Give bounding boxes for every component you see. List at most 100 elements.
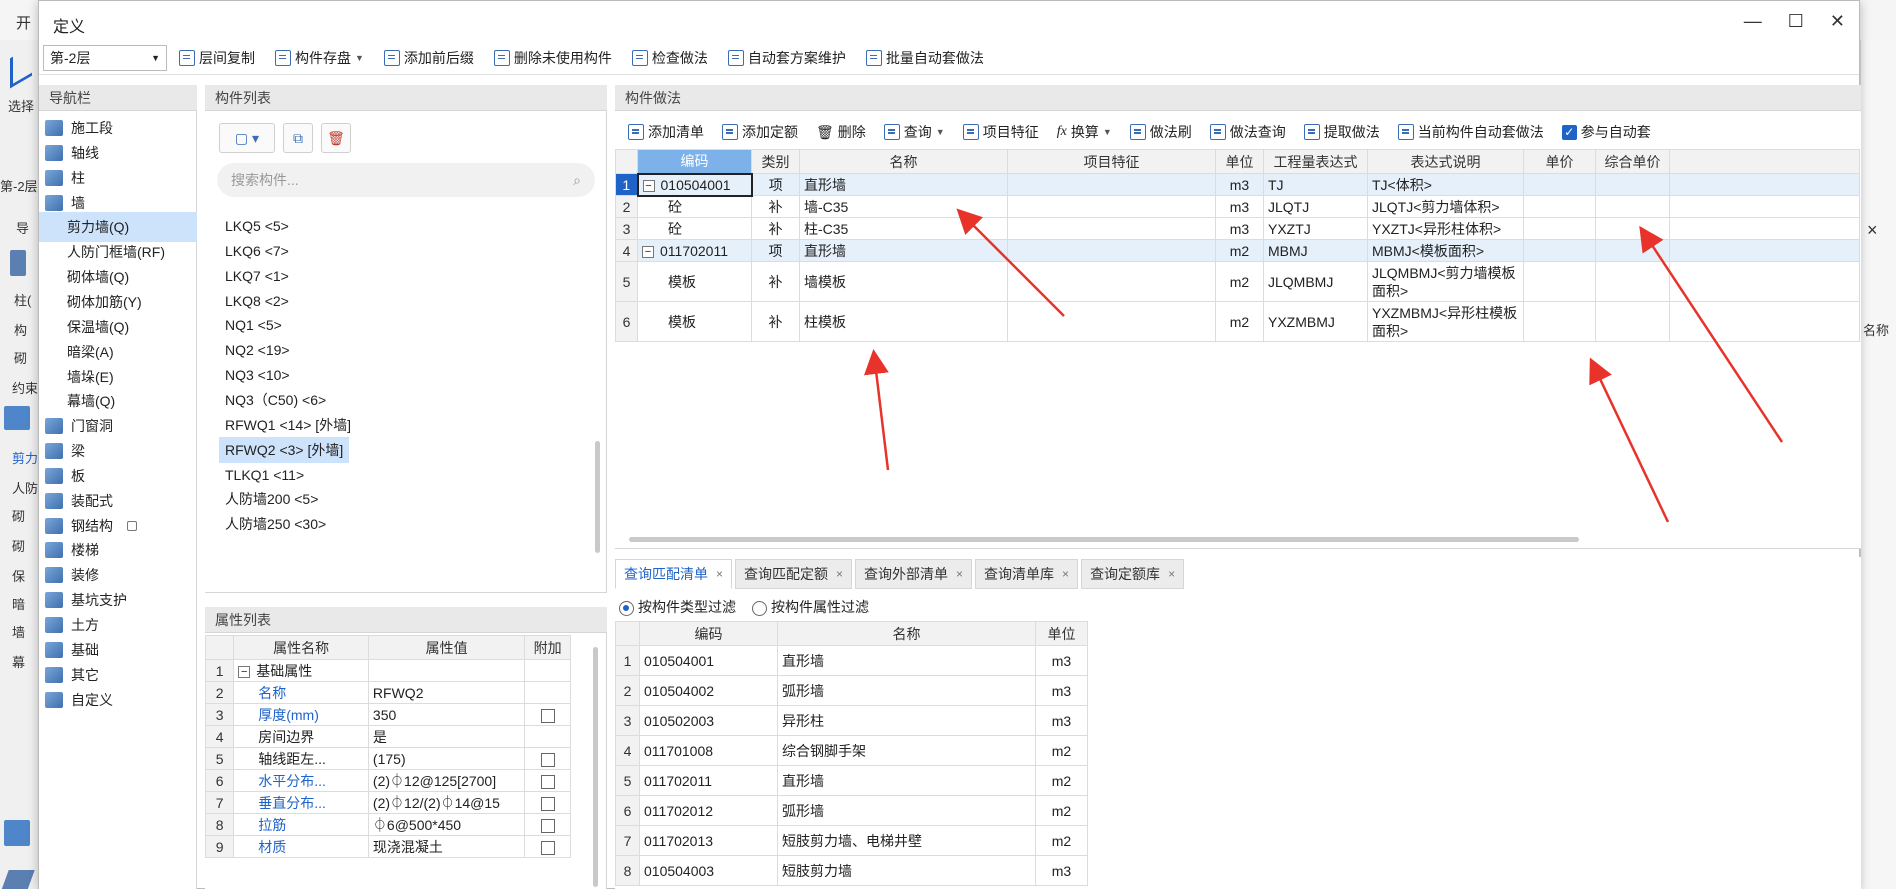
property-row[interactable]: 4 房间边界 是 [204,725,571,748]
query-unit[interactable]: m2 [1035,765,1088,796]
property-value[interactable]: 现浇混凝土 [367,835,526,858]
minimize-button[interactable]: — [1744,11,1762,32]
component-item[interactable]: RFWQ2 <3> [外墙] [219,436,350,463]
query-tab[interactable]: 查询匹配定额 × [735,559,853,589]
property-row[interactable]: 5 轴线距左... (175) [204,747,571,770]
method-code[interactable]: 模板 [637,261,752,302]
method-row[interactable]: 6 模板 补柱模板 m2 YXZMBMJ YXZMBMJ<异形柱模板面积> [615,301,1860,342]
method-unit[interactable]: m2 [1215,301,1264,342]
method-code[interactable]: 模板 [637,301,752,342]
query-unit[interactable]: m3 [1035,675,1088,706]
method-header-desc[interactable]: 表达式说明 [1367,149,1524,174]
method-desc[interactable]: YXZTJ<异形柱体积> [1367,217,1524,240]
query-code[interactable]: 010504001 [639,645,778,676]
chevron-down-icon[interactable]: ▼ [1103,127,1112,137]
close-icon[interactable]: × [716,567,723,581]
method-code[interactable]: −010504001 [636,172,753,197]
component-scrollbar[interactable] [595,441,600,553]
add-bill-button[interactable]: 添加清单 [619,122,713,142]
query-tab[interactable]: 查询定额库 × [1081,559,1185,589]
convert-button[interactable]: fx 换算 ▼ [1048,122,1121,142]
query-button[interactable]: 查询 ▼ [875,122,954,142]
method-code[interactable]: −011702011 [637,239,752,262]
query-code[interactable]: 011702011 [639,765,778,796]
query-name[interactable]: 弧形墙 [777,795,1036,826]
method-price[interactable] [1523,217,1596,240]
delete-unused-button[interactable]: 删除未使用构件 [486,45,620,71]
property-value[interactable]: ⏀6@500*450 [367,813,526,836]
close-button[interactable]: ✕ [1830,11,1845,32]
method-row[interactable]: 3 砼 补柱-C35 m3 YXZTJ YXZTJ<异形柱体积> [615,217,1860,240]
query-name[interactable]: 异形柱 [777,705,1036,736]
add-quota-button[interactable]: 添加定额 [713,122,807,142]
auto-scheme-button[interactable]: 自动套方案维护 [720,45,854,71]
delete-button[interactable]: 🗑 删除 [807,122,875,142]
property-value[interactable] [367,659,526,682]
query-header-name[interactable]: 名称 [777,621,1036,646]
method-unit[interactable]: m2 [1215,261,1264,302]
method-category[interactable]: 补 [751,217,800,240]
delete-component-button[interactable]: 🗑 [321,123,351,153]
method-category[interactable]: 项 [751,173,800,196]
method-header-feature[interactable]: 项目特征 [1007,149,1216,174]
query-tab[interactable]: 查询清单库 × [975,559,1079,589]
property-row[interactable]: 7 垂直分布... (2)⏀12/(2)⏀14@15 [204,791,571,814]
query-row[interactable]: 4 011701008 综合钢脚手架 m2 [615,735,1088,766]
method-unit[interactable]: m3 [1215,217,1264,240]
participate-auto-checkbox[interactable]: ✓ 参与自动套 [1553,122,1660,142]
close-icon[interactable]: × [1062,567,1069,581]
method-code[interactable]: 砼 [637,217,752,240]
method-row[interactable]: 2 砼 补墙-C35 m3 JLQTJ JLQTJ<剪力墙体积> [615,195,1860,218]
component-item[interactable]: NQ3（C50) <6> [219,387,332,413]
copy-component-button[interactable]: ⧉ [283,123,313,153]
query-unit[interactable]: m2 [1035,825,1088,856]
method-unit[interactable]: m3 [1215,173,1264,196]
component-item[interactable]: RFWQ1 <14> [外墙] [219,412,357,438]
method-feature[interactable] [1007,195,1216,218]
query-row[interactable]: 7 011702013 短肢剪力墙、电梯井壁 m2 [615,825,1088,856]
method-row[interactable]: 5 模板 补墙模板 m2 JLQMBMJ JLQMBMJ<剪力墙模板面积> [615,261,1860,302]
collapse-icon[interactable]: − [238,665,251,678]
query-row[interactable]: 3 010502003 异形柱 m3 [615,705,1088,736]
method-code[interactable]: 砼 [637,195,752,218]
select-arrow-icon[interactable] [10,45,32,89]
close-icon[interactable]: × [836,567,843,581]
method-name[interactable]: 柱模板 [799,301,1008,342]
new-component-button[interactable]: ▢ ▾ [219,123,275,153]
add-prefix-suffix-button[interactable]: 添加前后缀 [376,45,482,71]
filter-by-type-radio[interactable]: 按构件类型过滤 [619,597,736,617]
query-row[interactable]: 1 010504001 直形墙 m3 [615,645,1088,676]
component-item[interactable]: 人防墙250 <30> [219,511,332,537]
query-code[interactable]: 010504003 [639,855,778,886]
maximize-button[interactable]: ☐ [1788,11,1804,32]
method-header-unit[interactable]: 单位 [1215,149,1264,174]
method-total[interactable] [1595,239,1670,262]
component-item[interactable]: NQ3 <10> [219,362,296,388]
property-row[interactable]: 1− 基础属性 [204,659,571,682]
floor-select[interactable]: 第-2层 ▼ [43,44,167,71]
extra-checkbox[interactable] [540,818,555,833]
method-header-category[interactable]: 类别 [751,149,800,174]
check-method-button[interactable]: 检查做法 [624,45,716,71]
extra-checkbox[interactable] [540,708,555,723]
query-name[interactable]: 弧形墙 [777,675,1036,706]
method-expr[interactable]: YXZTJ [1263,217,1368,240]
property-scrollbar[interactable] [593,647,598,887]
method-price[interactable] [1523,173,1596,196]
component-item[interactable]: LKQ8 <2> [219,288,295,314]
chevron-down-icon[interactable]: ▼ [936,127,945,137]
method-header-total[interactable]: 综合单价 [1595,149,1670,174]
method-desc[interactable]: JLQTJ<剪力墙体积> [1367,195,1524,218]
property-value[interactable]: (2)⏀12@125[2700] [367,769,526,792]
query-tab[interactable]: 查询匹配清单 × [615,559,733,589]
method-total[interactable] [1595,301,1670,342]
property-value[interactable]: 是 [367,725,526,748]
query-tab[interactable]: 查询外部清单 × [855,559,973,589]
property-value[interactable]: (2)⏀12/(2)⏀14@15 [367,791,526,814]
batch-auto-button[interactable]: 批量自动套做法 [858,45,992,71]
method-expr[interactable]: MBMJ [1263,239,1368,262]
collapse-icon[interactable]: − [642,179,655,192]
method-price[interactable] [1523,195,1596,218]
query-name[interactable]: 短肢剪力墙、电梯井壁 [777,825,1036,856]
method-price[interactable] [1523,239,1596,262]
